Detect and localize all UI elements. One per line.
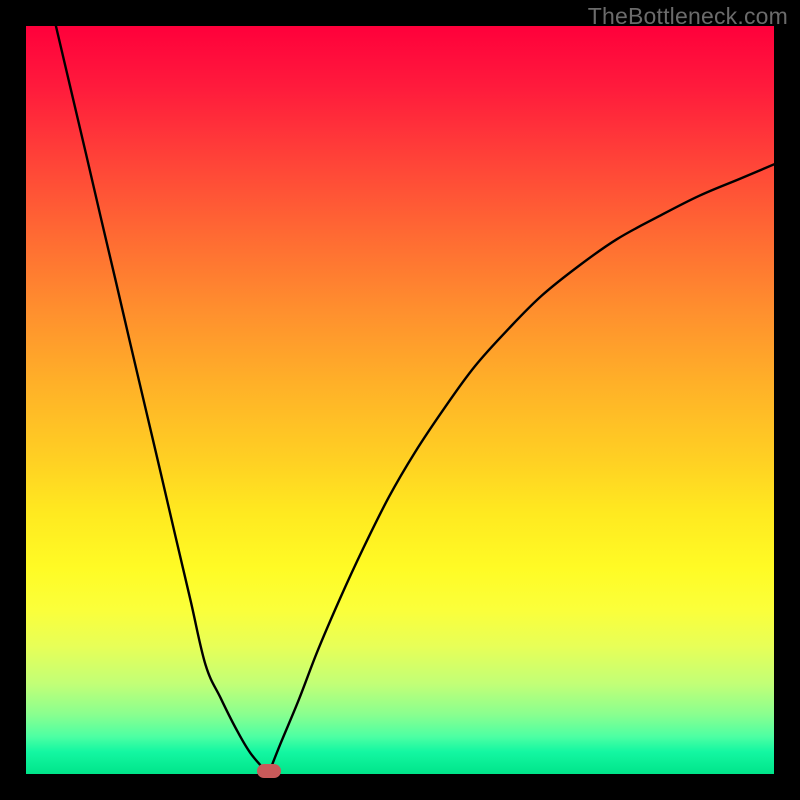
curve-right-branch bbox=[269, 164, 775, 774]
bottleneck-curve bbox=[26, 26, 774, 774]
curve-left-branch bbox=[56, 26, 269, 774]
watermark-text: TheBottleneck.com bbox=[588, 3, 788, 30]
min-point-marker bbox=[257, 764, 281, 778]
plot-area bbox=[26, 26, 774, 774]
